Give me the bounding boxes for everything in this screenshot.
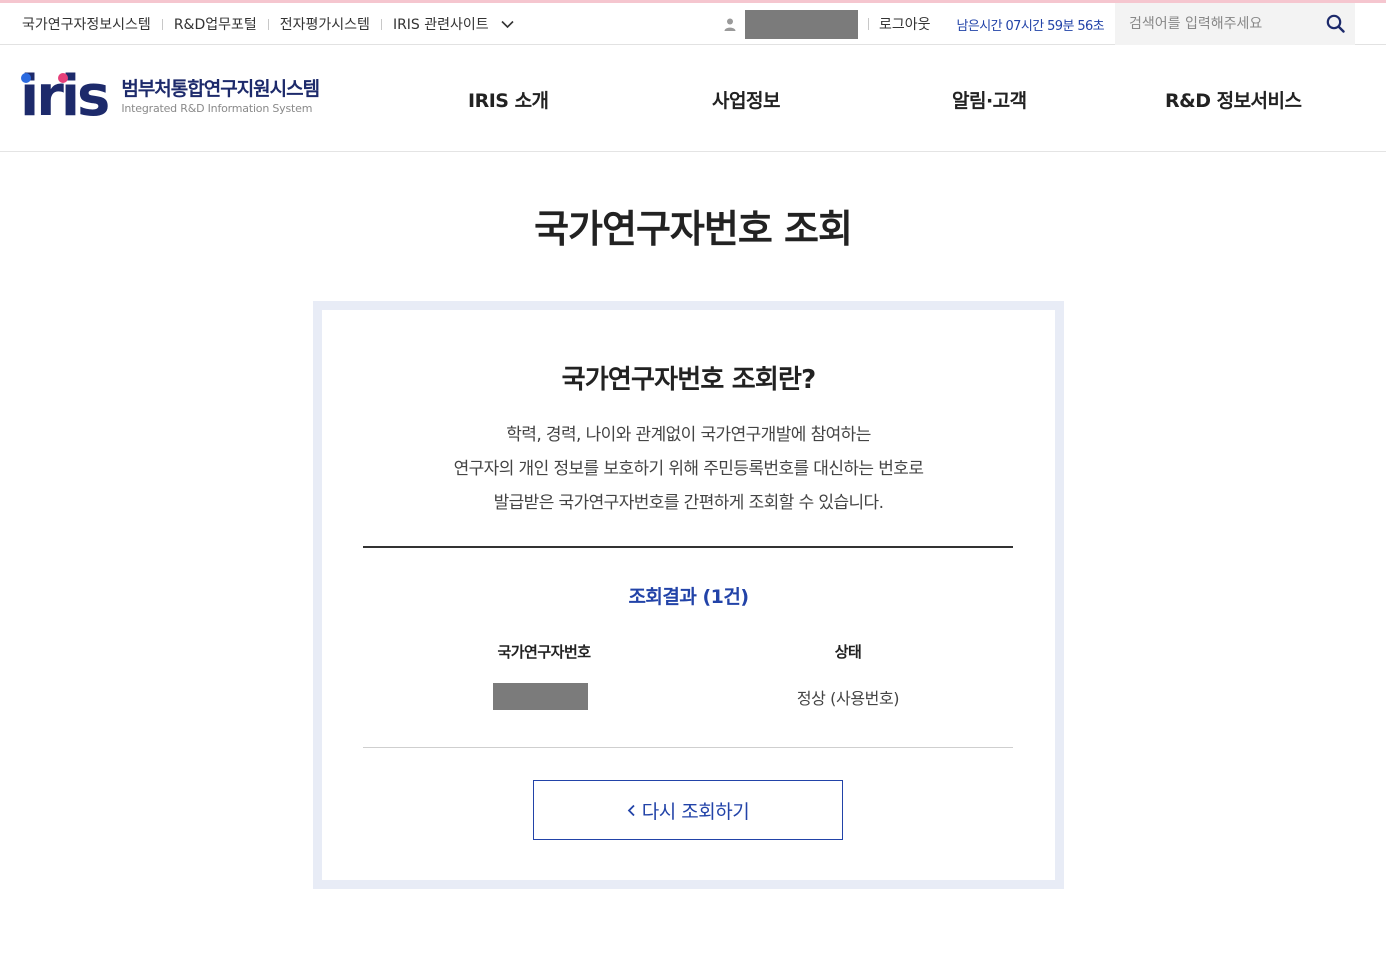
- divider: [380, 18, 382, 30]
- retry-lookup-button[interactable]: 다시 조회하기: [533, 780, 843, 840]
- description-line: 학력, 경력, 나이와 관계없이 국가연구개발에 참여하는: [506, 425, 871, 445]
- divider: [267, 18, 269, 30]
- nav-iris-intro[interactable]: IRIS 소개: [468, 46, 549, 152]
- column-header-status: 상태: [834, 643, 862, 661]
- user-area: 로그아웃 남은시간 07시간 59분 56초: [724, 3, 1105, 45]
- person-icon: [724, 18, 736, 31]
- link-rnd-portal[interactable]: R&D업무포털: [174, 14, 257, 34]
- logo-dot-blue: [21, 73, 31, 83]
- retry-button-label: 다시 조회하기: [641, 800, 750, 823]
- column-header-researcher-number: 국가연구자번호: [497, 643, 591, 661]
- nav-notice-customer[interactable]: 알림·고객: [952, 46, 1027, 152]
- card-heading: 국가연구자번호 조회란?: [561, 365, 817, 395]
- link-researcher-info-system[interactable]: 국가연구자정보시스템: [22, 14, 151, 34]
- divider: [161, 18, 163, 30]
- session-remaining-time: 남은시간 07시간 59분 56초: [956, 18, 1105, 34]
- divider: [868, 18, 869, 30]
- iris-logo[interactable]: iris 범부처통합연구지원시스템 Integrated R&D Informa…: [20, 69, 320, 125]
- utility-links: 국가연구자정보시스템 R&D업무포털 전자평가시스템 IRIS 관련사이트: [22, 3, 514, 45]
- chevron-left-icon: [627, 804, 636, 817]
- related-sites-label: IRIS 관련사이트: [392, 17, 489, 33]
- status-value: 정상 (사용번호): [796, 689, 900, 708]
- result-divider: [363, 747, 1013, 748]
- page-title: 국가연구자번호 조회: [534, 207, 853, 251]
- nav-business-info[interactable]: 사업정보: [712, 46, 780, 152]
- description-line: 연구자의 개인 정보를 보호하기 위해 주민등록번호를 대신하는 번호로: [453, 459, 924, 479]
- logo-dot-pink: [58, 73, 68, 83]
- logo-text: 범부처통합연구지원시스템 Integrated R&D Information …: [121, 77, 320, 117]
- result-count-title: 조회결과 (1건): [628, 586, 749, 608]
- search-input[interactable]: [1115, 16, 1315, 32]
- logo-title-ko: 범부처통합연구지원시스템: [121, 78, 320, 100]
- chevron-down-icon: [501, 20, 514, 29]
- username-redacted: [745, 9, 858, 39]
- nav-rnd-info-service[interactable]: R&D 정보서비스: [1165, 46, 1302, 152]
- site-header: iris 범부처통합연구지원시스템 Integrated R&D Informa…: [0, 46, 1386, 152]
- search-icon[interactable]: [1326, 14, 1345, 37]
- logo-title-en: Integrated R&D Information System: [121, 102, 313, 115]
- link-evaluation-system[interactable]: 전자평가시스템: [280, 14, 370, 34]
- card-description: 학력, 경력, 나이와 관계없이 국가연구개발에 참여하는 연구자의 개인 정보…: [322, 418, 1055, 520]
- lookup-result-card: 국가연구자번호 조회란? 학력, 경력, 나이와 관계없이 국가연구개발에 참여…: [313, 301, 1064, 889]
- section-divider: [363, 546, 1013, 548]
- iris-related-sites-dropdown[interactable]: IRIS 관련사이트: [393, 14, 514, 34]
- logo-mark: iris: [20, 69, 110, 125]
- logout-button[interactable]: 로그아웃: [879, 14, 931, 34]
- researcher-number-redacted: [493, 683, 588, 710]
- description-line: 발급받은 국가연구자번호를 간편하게 조회할 수 있습니다.: [493, 493, 884, 513]
- search-box: [1115, 3, 1355, 45]
